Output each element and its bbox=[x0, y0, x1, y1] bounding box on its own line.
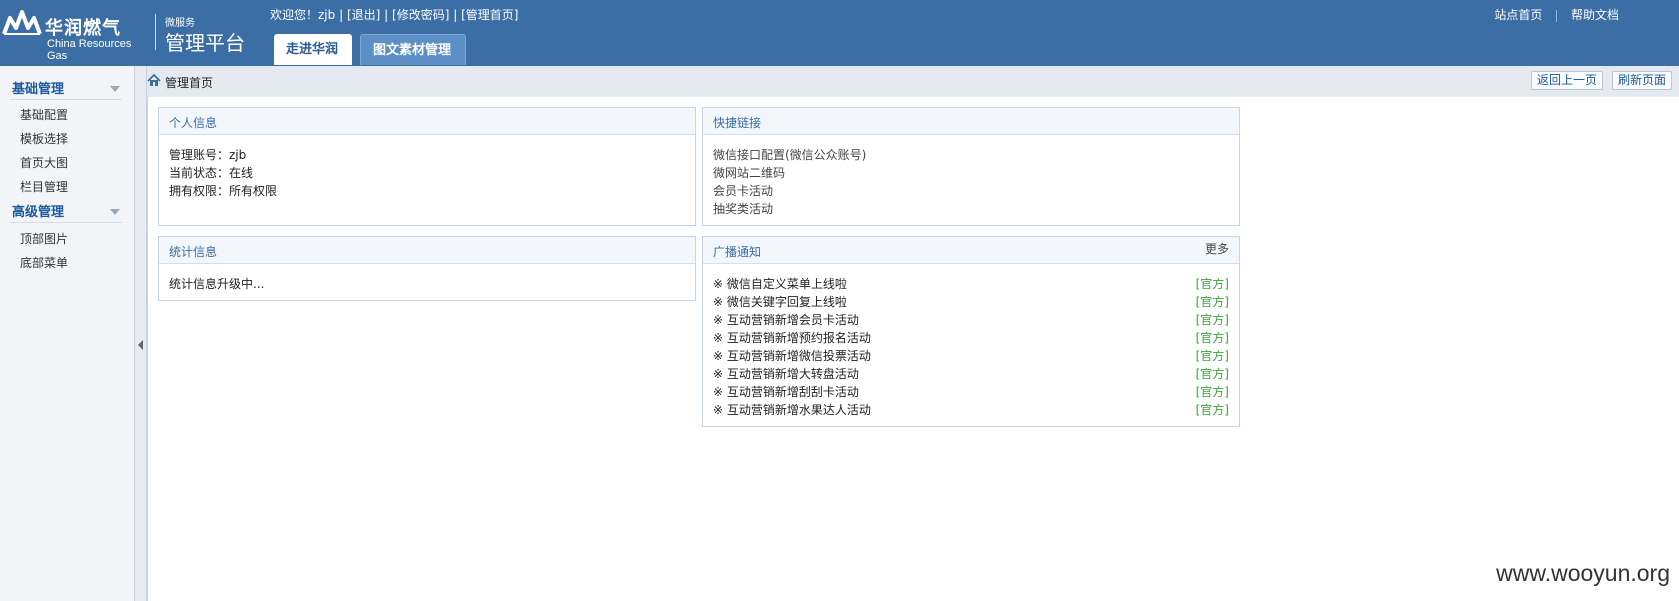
platform-title: 管理平台 bbox=[165, 31, 245, 55]
tab-about-huarun[interactable]: 走进华润 bbox=[274, 34, 352, 65]
personal-info-panel: 个人信息 管理账号：zjb 当前状态：在线 拥有权限：所有权限 bbox=[158, 107, 696, 226]
brand-name-cn: 华润燃气 bbox=[45, 18, 121, 39]
sidebar-divider bbox=[10, 99, 122, 100]
home-icon bbox=[147, 74, 161, 86]
quick-link-wechat-config[interactable]: 微信接口配置(微信公众账号) bbox=[713, 146, 866, 163]
list-item[interactable]: ※ 互动营销新增微信投票活动 [官方] bbox=[713, 347, 1229, 364]
notice-text[interactable]: ※ 微信自定义菜单上线啦 bbox=[713, 277, 847, 291]
sidebar-item-top-image[interactable]: 顶部图片 bbox=[20, 230, 68, 247]
list-item[interactable]: ※ 互动营销新增水果达人活动 [官方] bbox=[713, 401, 1229, 418]
more-link[interactable]: 更多 bbox=[1205, 240, 1229, 257]
breadcrumb: 管理首页 bbox=[165, 76, 214, 90]
welcome-bar: 欢迎您！zjb | [退出] | [修改密码] | [管理首页] bbox=[270, 6, 519, 23]
permission-line: 拥有权限：所有权限 bbox=[169, 184, 278, 198]
list-item[interactable]: ※ 微信自定义菜单上线啦 [官方] bbox=[713, 275, 1229, 292]
list-item[interactable]: ※ 互动营销新增大转盘活动 [官方] bbox=[713, 365, 1229, 382]
sidebar-divider bbox=[10, 222, 122, 223]
brand-name-en: China Resources Gas bbox=[47, 38, 132, 62]
sidebar-item-banner[interactable]: 首页大图 bbox=[20, 154, 68, 171]
notice-text[interactable]: ※ 微信关键字回复上线啦 bbox=[713, 295, 847, 309]
welcome-separator: | bbox=[384, 8, 389, 22]
back-button[interactable]: 返回上一页 bbox=[1531, 71, 1604, 90]
notice-text[interactable]: ※ 互动营销新增大转盘活动 bbox=[713, 367, 859, 381]
notice-text[interactable]: ※ 互动营销新增水果达人活动 bbox=[713, 403, 871, 417]
watermark: www.wooyun.org bbox=[1496, 560, 1670, 586]
account-line: 管理账号：zjb bbox=[169, 148, 247, 162]
official-tag: [官方] bbox=[1195, 349, 1229, 363]
official-tag: [官方] bbox=[1195, 277, 1229, 291]
notice-text[interactable]: ※ 互动营销新增会员卡活动 bbox=[713, 313, 859, 327]
admin-home-link[interactable]: [管理首页] bbox=[461, 8, 518, 22]
brand-logo[interactable]: 华润燃气 China Resources Gas bbox=[0, 0, 152, 62]
panel-header: 个人信息 bbox=[159, 108, 695, 135]
help-docs-link[interactable]: 帮助文档 bbox=[1571, 8, 1619, 22]
panel-header: 快捷链接 bbox=[703, 108, 1239, 135]
official-tag: [官方] bbox=[1195, 403, 1229, 417]
quick-link-qrcode[interactable]: 微网站二维码 bbox=[713, 164, 785, 181]
logout-link[interactable]: [退出] bbox=[347, 8, 380, 22]
panel-header: 统计信息 bbox=[159, 237, 695, 264]
brand-logo-icon bbox=[2, 10, 42, 35]
sidebar: 基础管理 基础配置 模板选择 首页大图 栏目管理 高级管理 顶部图片 底部菜单 bbox=[0, 66, 135, 601]
official-tag: [官方] bbox=[1195, 295, 1229, 309]
breadcrumb-bar bbox=[147, 66, 1679, 97]
top-right-links: 站点首页 帮助文档 bbox=[1494, 6, 1619, 23]
panel-header: 广播通知 更多 bbox=[703, 237, 1239, 264]
notice-text[interactable]: ※ 互动营销新增预约报名活动 bbox=[713, 331, 871, 345]
main-content: 个人信息 管理账号：zjb 当前状态：在线 拥有权限：所有权限 快捷链接 微信接… bbox=[147, 97, 1679, 601]
change-password-link[interactable]: [修改密码] bbox=[392, 8, 449, 22]
quick-links-panel: 快捷链接 微信接口配置(微信公众账号) 微网站二维码 会员卡活动 抽奖类活动 bbox=[702, 107, 1240, 226]
quick-link-lottery[interactable]: 抽奖类活动 bbox=[713, 200, 773, 217]
sidebar-group-basic[interactable]: 基础管理 bbox=[12, 78, 64, 97]
welcome-separator: | bbox=[453, 8, 458, 22]
quick-link-membercard[interactable]: 会员卡活动 bbox=[713, 182, 773, 199]
official-tag: [官方] bbox=[1195, 313, 1229, 327]
sidebar-group-advanced[interactable]: 高级管理 bbox=[12, 201, 64, 220]
list-item[interactable]: ※ 互动营销新增预约报名活动 [官方] bbox=[713, 329, 1229, 346]
site-home-link[interactable]: 站点首页 bbox=[1494, 8, 1542, 22]
list-item[interactable]: ※ 互动营销新增会员卡活动 [官方] bbox=[713, 311, 1229, 328]
panel-title: 个人信息 bbox=[169, 116, 218, 130]
chevron-down-icon[interactable] bbox=[110, 86, 120, 92]
panel-title: 快捷链接 bbox=[713, 116, 762, 130]
sidebar-item-template[interactable]: 模板选择 bbox=[20, 130, 68, 147]
sidebar-item-basic-config[interactable]: 基础配置 bbox=[20, 106, 68, 123]
notice-text[interactable]: ※ 互动营销新增刮刮卡活动 bbox=[713, 385, 859, 399]
broadcast-panel: 广播通知 更多 ※ 微信自定义菜单上线啦 [官方] ※ 微信关键字回复上线啦 [官方… bbox=[702, 236, 1240, 427]
sidebar-item-columns[interactable]: 栏目管理 bbox=[20, 178, 68, 195]
stats-text: 统计信息升级中... bbox=[169, 277, 265, 291]
chevron-left-icon[interactable] bbox=[138, 340, 143, 350]
panel-title: 统计信息 bbox=[169, 245, 218, 259]
top-header: 华润燃气 China Resources Gas 微服务 管理平台 欢迎您！zj… bbox=[0, 0, 1679, 66]
list-item[interactable]: ※ 互动营销新增刮刮卡活动 [官方] bbox=[713, 383, 1229, 400]
brand-divider bbox=[155, 14, 156, 50]
sidebar-collapse-handle[interactable] bbox=[135, 66, 147, 601]
welcome-text: 欢迎您！zjb bbox=[270, 8, 336, 22]
refresh-button[interactable]: 刷新页面 bbox=[1612, 71, 1673, 90]
top-link-divider bbox=[1556, 9, 1558, 22]
welcome-separator: | bbox=[339, 8, 344, 22]
official-tag: [官方] bbox=[1195, 385, 1229, 399]
panel-title: 广播通知 bbox=[713, 245, 762, 259]
sidebar-item-bottom-menu[interactable]: 底部菜单 bbox=[20, 254, 68, 271]
official-tag: [官方] bbox=[1195, 367, 1229, 381]
tab-media-management[interactable]: 图文素材管理 bbox=[360, 34, 466, 65]
chevron-down-icon[interactable] bbox=[110, 209, 120, 215]
notice-text[interactable]: ※ 互动营销新增微信投票活动 bbox=[713, 349, 871, 363]
stats-panel: 统计信息 统计信息升级中... bbox=[158, 236, 696, 301]
official-tag: [官方] bbox=[1195, 331, 1229, 345]
status-line: 当前状态：在线 bbox=[169, 166, 254, 180]
list-item[interactable]: ※ 微信关键字回复上线啦 [官方] bbox=[713, 293, 1229, 310]
